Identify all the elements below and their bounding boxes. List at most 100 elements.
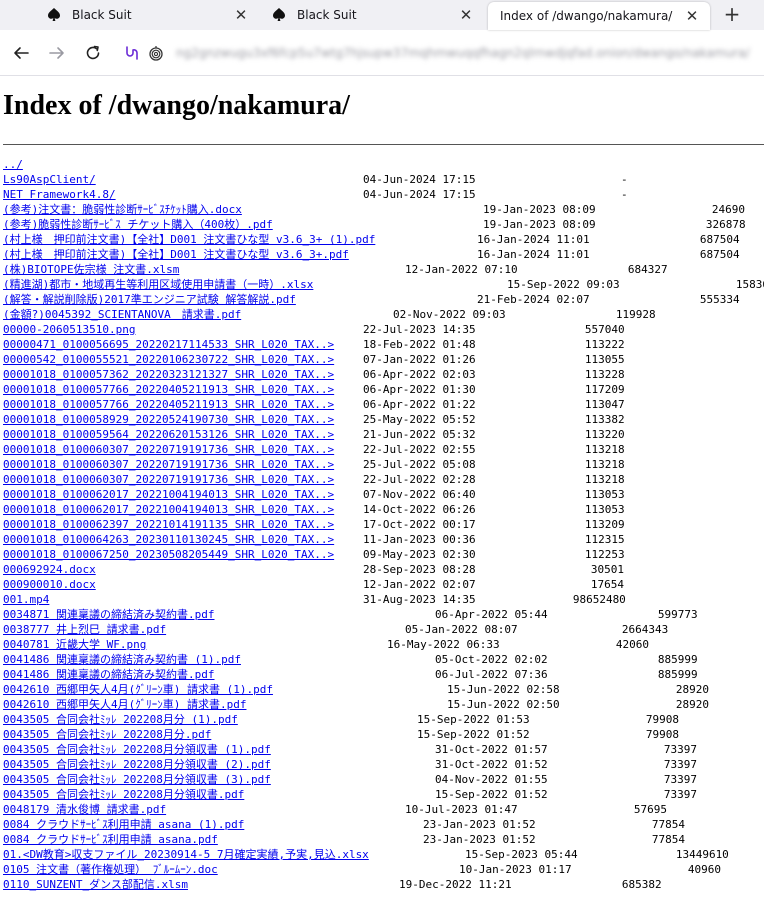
tor-circuit-icon[interactable] — [122, 43, 142, 63]
file-link[interactable]: (村上様 押印前注文書)【全社】D001 注文書ひな型 v3.6_3+.pdf — [3, 248, 349, 261]
file-link[interactable]: 0105 注文書（著作権処理） ﾌﾞﾙｰﾑｰﾝ.doc — [3, 863, 218, 876]
file-link[interactable]: 000900010.docx — [3, 578, 96, 591]
close-tab-icon[interactable]: ✕ — [458, 7, 474, 23]
file-link[interactable]: 000692924.docx — [3, 563, 96, 576]
file-link[interactable]: 0043505 合同会社ﾐｯﾚ 202208月分領収書 (1).pdf — [3, 743, 271, 756]
file-link[interactable]: 0041486 関連稟議の締結済み契約書.pdf — [3, 668, 214, 681]
modified-date: 06-Apr-2022 02:03 — [363, 368, 476, 381]
file-link[interactable]: (精進湖)都市・地域再生等利用区域使用申請書（一時）.xlsx — [3, 278, 313, 291]
file-link[interactable]: 00001018_0100058929_20220524190730_SHR_L… — [3, 413, 334, 426]
file-size: 24690 — [711, 203, 746, 216]
file-link[interactable]: (参考)脆弱性診断ｻｰﾋﾞｽ チケット購入（400枚）.pdf — [3, 218, 273, 231]
file-size: 113382 — [584, 413, 625, 426]
file-link[interactable]: 0084 クラウドｻｰﾋﾞｽ利用申請 asana.pdf — [3, 833, 218, 846]
tab-black-suit-1[interactable]: Black Suit ✕ — [34, 0, 259, 30]
file-size: 113222 — [584, 338, 625, 351]
file-link[interactable]: 001.mp4 — [3, 593, 49, 606]
forward-button[interactable] — [42, 38, 72, 68]
file-link[interactable]: (村上様 押印前注文書)【全社】D001 注文書ひな型 v3.6_3+ (1).… — [3, 233, 375, 246]
file-link[interactable]: 0043505 合同会社ﾐｯﾚ 202208月分領収書 (3).pdf — [3, 773, 271, 786]
file-link[interactable]: 0041486 関連稟議の締結済み契約書 (1).pdf — [3, 653, 241, 666]
modified-date: 06-Jul-2022 07:36 — [435, 668, 548, 681]
file-link[interactable]: 0040781 近畿大学 WF.png — [3, 638, 146, 651]
reload-icon — [86, 45, 100, 59]
modified-date: 02-Nov-2022 09:03 — [393, 308, 506, 321]
file-link[interactable]: 00001018_0100062017_20221004194013_SHR_L… — [3, 488, 334, 501]
parent-directory-link[interactable]: ../ — [3, 158, 23, 171]
file-size: 42060 — [615, 638, 650, 651]
modified-date: 06-Apr-2022 05:44 — [435, 608, 548, 621]
file-link[interactable]: 00001018_0100057766_20220405211913_SHR_L… — [3, 383, 334, 396]
file-link[interactable]: 0042610 西郷甲矢人4月(ｸﾞﾘｰﾝ車) 請求書.pdf — [3, 698, 246, 711]
listing-row: Ls90AspClient/04-Jun-2024 17:15 - — [3, 172, 764, 187]
file-link[interactable]: (株)BIOTOPE佐宗様 注文書.xlsm — [3, 263, 179, 276]
file-size: 113218 — [584, 458, 625, 471]
back-arrow-icon — [14, 46, 29, 59]
tab-index-of-nakamura[interactable]: Index of /dwango/nakamura/ ✕ — [488, 2, 710, 30]
file-link[interactable]: 0034871 関連稟議の締結済み契約書.pdf — [3, 608, 214, 621]
file-link[interactable]: 00001018_0100064263_20230110130245_SHR_L… — [3, 533, 334, 546]
file-link[interactable]: 0084 クラウドｻｰﾋﾞｽ利用申請 asana (1).pdf — [3, 818, 244, 831]
file-link[interactable]: 0043505 合同会社ﾐｯﾚ 202208月分 (1).pdf — [3, 713, 238, 726]
file-link[interactable]: 0043505 合同会社ﾐｯﾚ 202208月分領収書.pdf — [3, 788, 244, 801]
file-size: 13449610 — [675, 848, 729, 861]
modified-date: 05-Oct-2022 02:02 — [435, 653, 548, 666]
back-button[interactable] — [6, 38, 36, 68]
listing-row: 00001018_0100067250_20230508205449_SHR_L… — [3, 547, 764, 562]
modified-date: 22-Jul-2022 02:55 — [363, 443, 476, 456]
file-size: 73397 — [663, 773, 698, 786]
listing-row: 00001018_0100064263_20230110130245_SHR_L… — [3, 532, 764, 547]
file-link[interactable]: Ls90AspClient/ — [3, 173, 96, 186]
directory-listing: ../Ls90AspClient/04-Jun-2024 17:15- NET F… — [3, 157, 764, 892]
file-link[interactable]: 0110_SUNZENT_ダンス部配信.xlsm — [3, 878, 188, 891]
listing-row: NET Framework4.8/04-Jun-2024 17:15 - — [3, 187, 764, 202]
file-link[interactable]: 00001018_0100060307_20220719191736_SHR_L… — [3, 458, 334, 471]
file-link[interactable]: 00001018_0100057362_20220323121327_SHR_L… — [3, 368, 334, 381]
file-link[interactable]: 00001018_0100062017_20221004194013_SHR_L… — [3, 503, 334, 516]
file-link[interactable]: (金額?)0045392_SCIENTANOVA 請求書.pdf — [3, 308, 241, 321]
file-link[interactable]: 00000471_0100056695_20220217114533_SHR_L… — [3, 338, 334, 351]
file-link[interactable]: 00000542_0100055521_20220106230722_SHR_L… — [3, 353, 334, 366]
listing-row: (参考)脆弱性診断ｻｰﾋﾞｽ チケット購入（400枚）.pdf 19-Jan-20… — [3, 217, 764, 232]
file-link[interactable]: 0043505 合同会社ﾐｯﾚ 202208月分領収書 (2).pdf — [3, 758, 271, 771]
close-tab-icon[interactable]: ✕ — [684, 8, 700, 24]
file-link[interactable]: (参考)注文書：脆弱性診断ｻｰﾋﾞｽﾁｹｯﾄ購入.docx — [3, 203, 242, 216]
divider — [3, 144, 764, 145]
listing-row: (解答・解説削除版)2017準エンジニア試験 解答解説.pdf 21-Feb-20… — [3, 292, 764, 307]
modified-date: 07-Nov-2022 06:40 — [363, 488, 476, 501]
modified-date: 10-Jan-2023 01:17 — [459, 863, 572, 876]
file-link[interactable]: 00001018_0100060307_20220719191736_SHR_L… — [3, 443, 334, 456]
tab-title: Black Suit — [72, 8, 132, 22]
listing-row: 0042610 西郷甲矢人4月(ｸﾞﾘｰﾝ車) 請求書.pdf 15-Jun-20… — [3, 697, 764, 712]
file-link[interactable]: NET Framework4.8/ — [3, 188, 116, 201]
close-tab-icon[interactable]: ✕ — [233, 7, 249, 23]
tab-black-suit-2[interactable]: Black Suit ✕ — [259, 0, 484, 30]
new-tab-button[interactable]: + — [716, 0, 748, 30]
file-link[interactable]: 00001018_0100057766_20220405211913_SHR_L… — [3, 398, 334, 411]
file-link[interactable]: 0043505 合同会社ﾐｯﾚ 202208月分.pdf — [3, 728, 211, 741]
modified-date: 19-Jan-2023 08:09 — [483, 203, 596, 216]
file-link[interactable]: 00001018_0100062397_20221014191135_SHR_L… — [3, 518, 334, 531]
file-link[interactable]: 0042610 西郷甲矢人4月(ｸﾞﾘｰﾝ車) 請求書 (1).pdf — [3, 683, 273, 696]
url-input[interactable]: ng2gnzwugu3xf6fcp5u7wtg7hjsupw37mqhmwuqq… — [176, 46, 756, 60]
listing-row: 00001018_0100060307_20220719191736_SHR_L… — [3, 457, 764, 472]
file-link[interactable]: (解答・解説削除版)2017準エンジニア試験 解答解説.pdf — [3, 293, 296, 306]
reload-button[interactable] — [78, 38, 108, 68]
file-link[interactable]: 0038777 井上烈巳 請求書.pdf — [3, 623, 166, 636]
listing-row: 0042610 西郷甲矢人4月(ｸﾞﾘｰﾝ車) 請求書 (1).pdf 15-Ju… — [3, 682, 764, 697]
file-link[interactable]: 00001018_0100067250_20230508205449_SHR_L… — [3, 548, 334, 561]
listing-row: 00001018_0100058929_20220524190730_SHR_L… — [3, 412, 764, 427]
modified-date: 04-Jun-2024 17:15 — [363, 188, 476, 201]
file-link[interactable]: 00000-2060513510.png — [3, 323, 135, 336]
file-link[interactable]: 01.<DW教育>収支ファイル_20230914-5 7月確定実績,予実,見込.… — [3, 848, 369, 861]
listing-row: 00000471_0100056695_20220217114533_SHR_L… — [3, 337, 764, 352]
modified-date: 31-Aug-2023 14:35 — [363, 593, 476, 606]
modified-date: 15-Jun-2022 02:58 — [447, 683, 560, 696]
file-link[interactable]: 0048179 清水俊博 請求書.pdf — [3, 803, 166, 816]
file-size: 113218 — [584, 473, 625, 486]
file-link[interactable]: 00001018_0100059564_20220620153126_SHR_L… — [3, 428, 334, 441]
file-link[interactable]: 00001018_0100060307_20220719191736_SHR_L… — [3, 473, 334, 486]
onion-site-icon[interactable] — [146, 43, 166, 63]
file-size: 73397 — [663, 743, 698, 756]
listing-row: 00000542_0100055521_20220106230722_SHR_L… — [3, 352, 764, 367]
